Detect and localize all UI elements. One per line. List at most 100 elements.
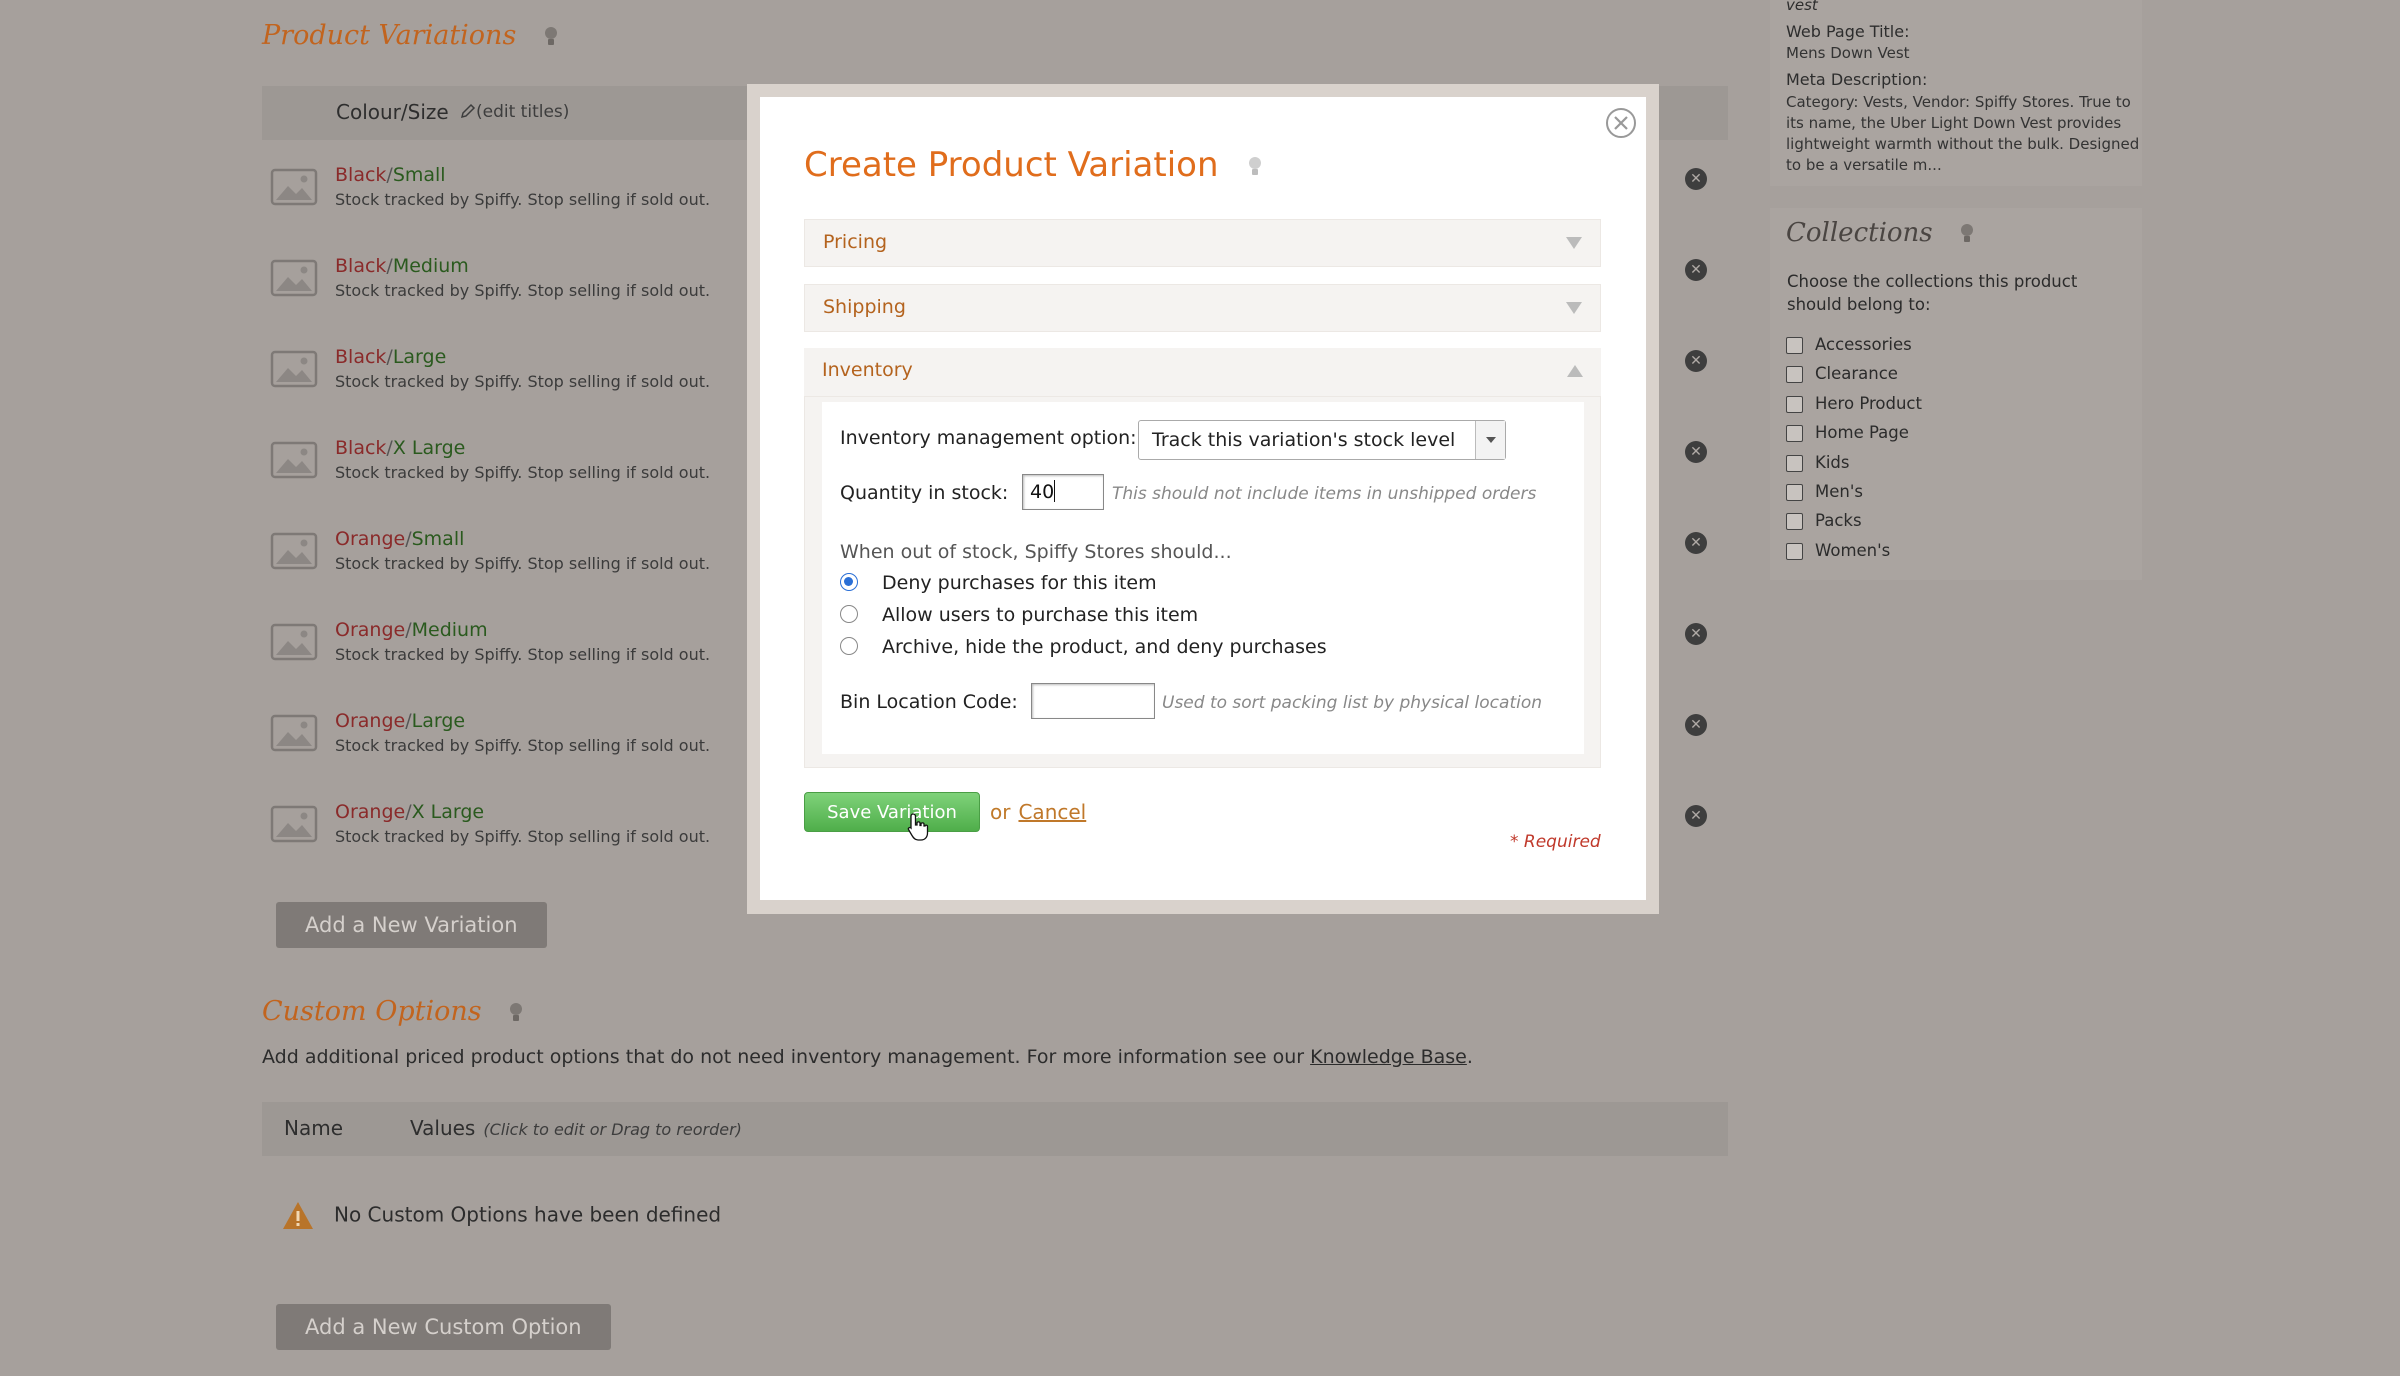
- knowledge-base-link[interactable]: Knowledge Base: [1310, 1046, 1467, 1068]
- checkbox[interactable]: [1786, 337, 1803, 354]
- warning-icon: [283, 1202, 313, 1229]
- variation-title[interactable]: Orange/Small: [335, 528, 464, 550]
- modal-title: Create Product Variation: [804, 145, 1263, 185]
- variation-stock-note: Stock tracked by Spiffy. Stop selling if…: [335, 190, 711, 209]
- image-placeholder-icon: [270, 805, 318, 843]
- variation-stock-note: Stock tracked by Spiffy. Stop selling if…: [335, 554, 711, 573]
- colour-size-column-title: Colour/Size: [336, 100, 449, 124]
- chevron-up-icon: [1567, 365, 1583, 377]
- edit-titles-link[interactable]: (edit titles): [460, 102, 569, 122]
- checkbox[interactable]: [1786, 425, 1803, 443]
- lightbulb-icon: [1249, 156, 1262, 175]
- image-placeholder-icon: [270, 350, 318, 388]
- text-caret: [1054, 480, 1056, 502]
- bin-location-hint: Used to sort packing list by physical lo…: [1162, 693, 1543, 713]
- save-variation-button[interactable]: Save Variation: [804, 792, 980, 832]
- hand-cursor-icon: [907, 813, 929, 841]
- archive-product-radio[interactable]: [840, 637, 858, 655]
- checkbox[interactable]: [1786, 484, 1803, 501]
- custom-options-description: Add additional priced product options th…: [262, 1046, 1473, 1068]
- pricing-section-toggle[interactable]: Pricing: [804, 219, 1601, 267]
- image-placeholder-icon: [270, 259, 318, 297]
- chevron-down-icon: [1566, 237, 1582, 249]
- variation-title[interactable]: Orange/Large: [335, 710, 465, 732]
- image-placeholder-icon: [270, 441, 318, 479]
- product-variations-title: Product Variations: [262, 20, 559, 51]
- image-placeholder-icon: [270, 168, 318, 206]
- web-page-title-label: Web Page Title:: [1786, 22, 1910, 41]
- variation-stock-note: Stock tracked by Spiffy. Stop selling if…: [335, 372, 711, 391]
- add-custom-option-button[interactable]: Add a New Custom Option: [276, 1304, 611, 1350]
- variation-stock-note: Stock tracked by Spiffy. Stop selling if…: [335, 645, 711, 664]
- collection-checkbox-item[interactable]: Men's: [1786, 481, 1863, 503]
- allow-purchases-label[interactable]: Allow users to purchase this item: [882, 604, 1198, 626]
- variation-stock-note: Stock tracked by Spiffy. Stop selling if…: [335, 281, 711, 300]
- collection-checkbox-item[interactable]: Clearance: [1786, 363, 1898, 385]
- checkbox[interactable]: [1786, 395, 1803, 413]
- bin-location-input[interactable]: [1031, 683, 1155, 719]
- remove-variation-icon[interactable]: ✕: [1685, 168, 1707, 190]
- lightbulb-icon: [1960, 224, 1973, 242]
- pencil-icon: [460, 103, 476, 119]
- chevron-down-icon: [1566, 302, 1582, 314]
- web-page-title-value: Mens Down Vest: [1786, 44, 1910, 62]
- custom-options-header: Name Values (Click to edit or Drag to reo…: [262, 1102, 1728, 1156]
- deny-purchases-label[interactable]: Deny purchases for this item: [882, 572, 1157, 594]
- checkbox[interactable]: [1786, 454, 1803, 472]
- remove-variation-icon[interactable]: ✕: [1685, 805, 1707, 827]
- image-placeholder-icon: [270, 623, 318, 661]
- deny-purchases-radio[interactable]: [840, 573, 858, 591]
- variation-title[interactable]: Black/Small: [335, 164, 446, 186]
- variation-stock-note: Stock tracked by Spiffy. Stop selling if…: [335, 736, 711, 755]
- archive-product-label[interactable]: Archive, hide the product, and deny purc…: [882, 636, 1327, 658]
- remove-variation-icon[interactable]: ✕: [1685, 350, 1707, 372]
- variation-title[interactable]: Black/X Large: [335, 437, 465, 459]
- quantity-hint: This should not include items in unshipp…: [1112, 484, 1537, 504]
- collections-title: Collections: [1786, 218, 1975, 248]
- collection-checkbox-item[interactable]: Accessories: [1786, 334, 1912, 356]
- meta-description-value: Category: Vests, Vendor: Spiffy Stores. …: [1786, 93, 2140, 174]
- variation-stock-note: Stock tracked by Spiffy. Stop selling if…: [335, 463, 711, 482]
- add-variation-button[interactable]: Add a New Variation: [276, 902, 547, 948]
- allow-purchases-radio[interactable]: [840, 605, 858, 623]
- collection-checkbox-item[interactable]: Packs: [1786, 510, 1862, 532]
- close-icon[interactable]: [1605, 107, 1637, 139]
- inventory-mgmt-select[interactable]: Track this variation's stock level: [1138, 420, 1506, 460]
- dropdown-arrow: [1475, 421, 1505, 459]
- lightbulb-icon: [510, 1002, 523, 1021]
- checkbox[interactable]: [1786, 542, 1803, 560]
- variation-title[interactable]: Black/Medium: [335, 255, 469, 277]
- collection-checkbox-item[interactable]: Hero Product: [1786, 393, 1922, 415]
- collection-checkbox-item[interactable]: Women's: [1786, 540, 1890, 562]
- checkbox[interactable]: [1786, 513, 1803, 531]
- quantity-input[interactable]: 40: [1022, 474, 1104, 510]
- values-column-title: Values (Click to edit or Drag to reorder): [410, 1116, 742, 1140]
- seo-cut-text: vest: [1786, 0, 1818, 14]
- shipping-section-toggle[interactable]: Shipping: [804, 284, 1601, 332]
- remove-variation-icon[interactable]: ✕: [1685, 623, 1707, 645]
- remove-variation-icon[interactable]: ✕: [1685, 714, 1707, 736]
- image-placeholder-icon: [270, 714, 318, 752]
- image-placeholder-icon: [270, 532, 318, 570]
- no-custom-options-message: No Custom Options have been defined: [282, 1200, 721, 1232]
- name-column-title: Name: [284, 1116, 344, 1140]
- lightbulb-icon: [544, 26, 557, 45]
- remove-variation-icon[interactable]: ✕: [1685, 259, 1707, 281]
- checkbox[interactable]: [1786, 366, 1803, 384]
- variation-stock-note: Stock tracked by Spiffy. Stop selling if…: [335, 827, 711, 846]
- variation-title[interactable]: Orange/X Large: [335, 801, 484, 823]
- cancel-link[interactable]: Cancel: [1018, 800, 1086, 824]
- custom-options-title: Custom Options: [262, 996, 524, 1027]
- bin-location-label: Bin Location Code:: [840, 691, 1018, 713]
- out-of-stock-label: When out of stock, Spiffy Stores should.…: [840, 541, 1232, 563]
- variation-title[interactable]: Black/Large: [335, 346, 446, 368]
- meta-description-label: Meta Description:: [1786, 70, 1928, 89]
- collection-checkbox-item[interactable]: Kids: [1786, 452, 1849, 474]
- inventory-mgmt-label: Inventory management option:: [840, 427, 1137, 449]
- remove-variation-icon[interactable]: ✕: [1685, 532, 1707, 554]
- remove-variation-icon[interactable]: ✕: [1685, 441, 1707, 463]
- inventory-section-toggle[interactable]: Inventory: [804, 348, 1601, 396]
- collection-checkbox-item[interactable]: Home Page: [1786, 422, 1909, 444]
- variation-title[interactable]: Orange/Medium: [335, 619, 488, 641]
- collections-description: Choose the collections this product shou…: [1787, 272, 2078, 314]
